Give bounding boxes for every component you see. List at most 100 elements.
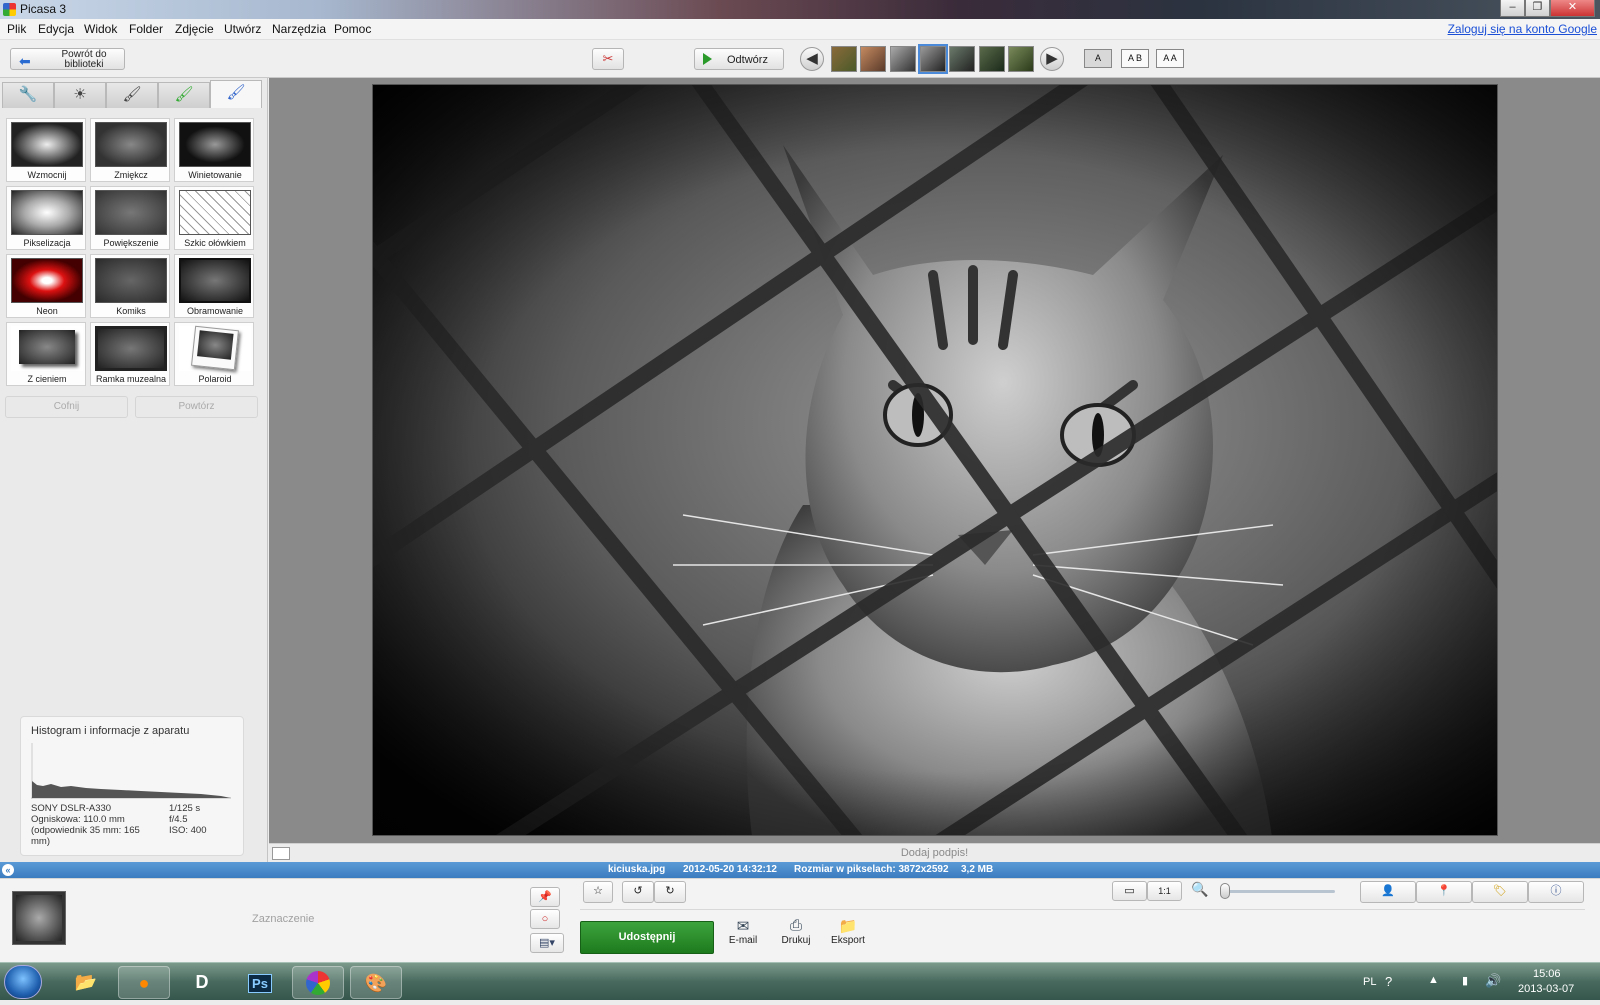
export-action[interactable]: 📁 Eksport: [825, 917, 871, 946]
hold-pin-button[interactable]: 📌: [530, 887, 560, 907]
volume-icon[interactable]: 🔊: [1485, 973, 1501, 989]
minimize-button[interactable]: –: [1500, 0, 1525, 17]
fit-icon: ▭: [1124, 885, 1135, 897]
filmstrip-thumb-3[interactable]: [890, 46, 916, 72]
effect-preview: [179, 190, 251, 235]
collapse-tray-icon[interactable]: «: [2, 864, 14, 876]
tab-effects-3[interactable]: 🖌: [210, 80, 262, 108]
filmstrip-thumb-6[interactable]: [979, 46, 1005, 72]
menu-pomoc[interactable]: Pomoc: [334, 22, 371, 36]
print-label: Drukuj: [781, 935, 811, 946]
add-to-album-button[interactable]: ▤▾: [530, 933, 564, 953]
zoom-slider-handle[interactable]: [1220, 883, 1230, 899]
effect-neon[interactable]: Neon: [6, 254, 86, 318]
star-button[interactable]: ☆: [583, 881, 613, 903]
redo-button[interactable]: Powtórz: [135, 396, 258, 418]
taskbar-photoshop[interactable]: Ps: [234, 966, 286, 999]
play-label: Odtwórz: [727, 54, 768, 66]
effect-winietowanie[interactable]: Winietowanie: [174, 118, 254, 182]
share-button[interactable]: Udostępnij: [580, 921, 714, 954]
filmstrip-thumb-5[interactable]: [949, 46, 975, 72]
menu-plik[interactable]: Plik: [7, 22, 26, 36]
actual-size-button[interactable]: 1:1: [1147, 881, 1182, 901]
view-compare-button[interactable]: A B: [1121, 49, 1149, 68]
printer-icon: ⎙: [789, 917, 802, 934]
menu-edycja[interactable]: Edycja: [38, 22, 74, 36]
filmstrip-thumb-1[interactable]: [831, 46, 857, 72]
star-icon: ☆: [593, 885, 603, 897]
effect-szkic-olowkiem[interactable]: Szkic ołówkiem: [174, 186, 254, 250]
tray-thumbnail[interactable]: [12, 891, 66, 945]
rotate-left-button[interactable]: ↺: [622, 881, 654, 903]
menu-widok[interactable]: Widok: [84, 22, 117, 36]
effect-z-cieniem[interactable]: Z cieniem: [6, 322, 86, 386]
maximize-button[interactable]: ❐: [1525, 0, 1550, 17]
effect-zmiekcz[interactable]: Zmiękcz: [90, 118, 170, 182]
effect-ramka-muzealna[interactable]: Ramka muzealna: [90, 322, 170, 386]
map-pin-icon: 📍: [1437, 885, 1451, 897]
view-single-button[interactable]: A: [1084, 49, 1112, 68]
view-duplicate-button[interactable]: A A: [1156, 49, 1184, 68]
taskbar-app-d[interactable]: D: [176, 966, 228, 999]
tab-tuning[interactable]: ☀: [54, 82, 106, 108]
clock-time[interactable]: 15:06: [1533, 968, 1561, 980]
clock-date[interactable]: 2013-03-07: [1518, 983, 1574, 995]
tags-button[interactable]: 🏷: [1472, 881, 1528, 903]
previous-photo-button[interactable]: ◀: [800, 47, 824, 71]
rotate-right-button[interactable]: ↻: [654, 881, 686, 903]
taskbar-picasa[interactable]: [292, 966, 344, 999]
picasa-app-icon: [3, 3, 16, 16]
fit-view-button[interactable]: ▭: [1112, 881, 1147, 901]
effect-pikselizacja[interactable]: Pikselizacja: [6, 186, 86, 250]
language-indicator[interactable]: PL: [1363, 976, 1376, 988]
taskbar-explorer[interactable]: 📂: [60, 966, 112, 999]
back-to-library-button[interactable]: ⬅ Powrót do biblioteki: [10, 48, 125, 70]
green-brush-icon: 🖌: [174, 86, 194, 103]
filmstrip-thumb-4[interactable]: [918, 44, 948, 74]
places-button[interactable]: 📍: [1416, 881, 1472, 903]
slideshow-play-button[interactable]: Odtwórz: [694, 48, 784, 70]
filmstrip-thumb-2[interactable]: [860, 46, 886, 72]
menu-zdjecie[interactable]: Zdjęcie: [175, 22, 214, 36]
effect-wzmocnij[interactable]: Wzmocnij: [6, 118, 86, 182]
help-icon[interactable]: ?: [1385, 974, 1392, 989]
tab-effects-2[interactable]: 🖌: [158, 82, 210, 108]
effect-powiekszenie[interactable]: Powiększenie: [90, 186, 170, 250]
close-button[interactable]: ✕: [1550, 0, 1595, 17]
effect-label: Neon: [36, 306, 58, 316]
file-size: 3,2 MB: [961, 864, 994, 875]
effect-komiks[interactable]: Komiks: [90, 254, 170, 318]
tray-expand-icon[interactable]: ▲: [1428, 974, 1439, 986]
caption-input[interactable]: Dodaj podpis!: [269, 847, 1600, 859]
taskbar-firefox[interactable]: ●: [118, 966, 170, 999]
start-button[interactable]: [4, 965, 42, 999]
network-icon[interactable]: ▮: [1462, 974, 1468, 987]
filmstrip-thumb-7[interactable]: [1008, 46, 1034, 72]
menu-narzedzia[interactable]: Narzędzia: [272, 22, 326, 36]
email-action[interactable]: ✉ E-mail: [720, 917, 766, 946]
photoshop-icon: Ps: [248, 974, 272, 993]
tab-basic-fixes[interactable]: 🔧: [2, 82, 54, 108]
effect-preview: [11, 258, 83, 303]
red-circle-icon: ○: [541, 913, 549, 925]
people-button[interactable]: 👤: [1360, 881, 1416, 903]
print-action[interactable]: ⎙ Drukuj: [773, 917, 819, 946]
photo-image[interactable]: [372, 84, 1498, 836]
google-login-link[interactable]: Zaloguj się na konto Google: [1448, 22, 1597, 36]
undo-button[interactable]: Cofnij: [5, 396, 128, 418]
properties-button[interactable]: ⓘ: [1528, 881, 1584, 903]
effect-obramowanie[interactable]: Obramowanie: [174, 254, 254, 318]
collage-button[interactable]: ✂: [592, 48, 624, 70]
clear-selection-button[interactable]: ○: [530, 909, 560, 929]
cat-photo: [373, 85, 1497, 835]
tab-effects-1[interactable]: 🖌: [106, 82, 158, 108]
next-photo-button[interactable]: ▶: [1040, 47, 1064, 71]
zoom-slider-track[interactable]: [1220, 890, 1335, 893]
histogram-panel: Histogram i informacje z aparatu SONY DS…: [20, 716, 244, 856]
effect-polaroid[interactable]: Polaroid: [174, 322, 254, 386]
taskbar-paint[interactable]: 🎨: [350, 966, 402, 999]
back-arrow-icon: ⬅: [19, 53, 31, 69]
photo-tray: Zaznaczenie 📌 ○ ▤▾ ☆ ↺ ↻ Udostępnij ✉ E-…: [0, 878, 1600, 962]
menu-utworz[interactable]: Utwórz: [224, 22, 261, 36]
menu-folder[interactable]: Folder: [129, 22, 163, 36]
